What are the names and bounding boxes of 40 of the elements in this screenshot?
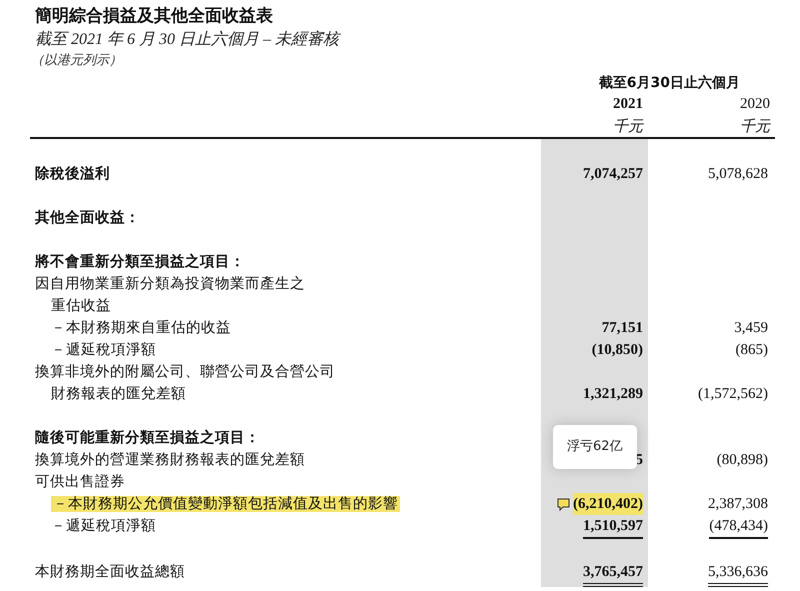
table-cell-text: (1,572,562) [698, 385, 768, 404]
table-cell-text: 3,459 [734, 319, 768, 338]
table-cell-text: (865) [736, 341, 768, 360]
table-cell-text: 1,321,289 [583, 385, 643, 404]
row-label: －遞延稅項淨額 [51, 518, 156, 534]
row-label: 將不會重新分類至損益之項目： [35, 254, 245, 270]
table-cell: 3,765,457 [583, 561, 643, 587]
row-label: 本財務期全面收益總額 [35, 564, 185, 580]
row-label: 換算境外的營運業務財務報表的匯兌差額 [35, 452, 305, 468]
row-label: 可供出售證券 [35, 474, 125, 490]
currency-note: （以港元列示） [31, 52, 123, 70]
row-label: －本財務期來自重估的收益 [51, 320, 231, 336]
table-cell-text: (10,850) [592, 341, 643, 360]
unit-header: 千元 [739, 116, 772, 137]
table-cell-text: 7,074,257 [583, 165, 643, 184]
table-cell: (6,210,402) [573, 493, 643, 515]
row-label: 除稅後溢利 [35, 166, 110, 182]
statement-title: 簡明綜合損益及其他全面收益表 [35, 5, 274, 28]
table-cell: (478,434) [709, 515, 768, 539]
statement-subtitle: 截至 2021 年 6 月 30 日止六個月 – 未經審核 [35, 30, 342, 50]
year-header: 2021 [612, 95, 644, 114]
table-cell-text: 2,387,308 [708, 495, 768, 514]
row-label: 換算非境外的附屬公司、聯營公司及合營公司 [35, 364, 335, 380]
table-cell-text: (80,898) [716, 451, 768, 470]
table-cell-text: 77,151 [602, 319, 643, 338]
row-label: －本財務期公允價值變動淨額包括減值及出售的影響 [51, 496, 400, 512]
table-cell: 1,510,597 [583, 515, 643, 539]
row-label: 重估收益 [51, 298, 111, 314]
unit-header: 千元 [612, 116, 645, 137]
comment-icon[interactable] [557, 498, 570, 511]
row-label: 其他全面收益： [35, 210, 140, 226]
year-header: 2020 [739, 95, 771, 114]
row-label: 因自用物業重新分類為投資物業而產生之 [35, 276, 305, 292]
period-header: 截至6月30日止六個月 [598, 74, 741, 93]
table-cell: 5,336,636 [708, 561, 768, 587]
row-label: 隨後可能重新分類至損益之項目： [35, 430, 260, 446]
row-label: 財務報表的匯兌差額 [51, 386, 186, 402]
table-cell-text: 5,078,628 [708, 165, 768, 184]
comment-popup: 浮亏62亿 [553, 425, 637, 469]
row-label: －遞延稅項淨額 [51, 342, 156, 358]
